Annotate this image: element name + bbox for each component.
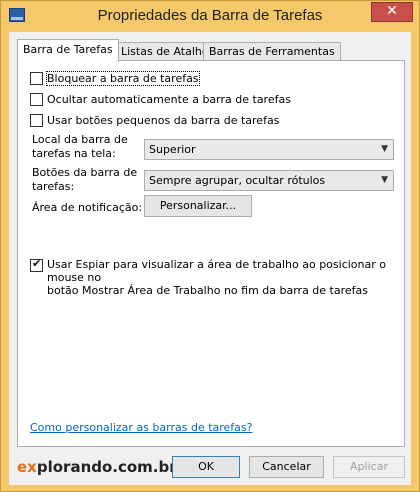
notification-area-label: Área de notificação:	[32, 201, 143, 214]
help-link[interactable]: Como personalizar as barras de tarefas?	[30, 421, 253, 434]
lock-taskbar-option[interactable]: Bloquear a barra de tarefas	[30, 70, 200, 86]
location-select[interactable]: Superior ▼	[144, 139, 394, 160]
tab-barra-de-tarefas[interactable]: Barra de Tarefas	[17, 39, 119, 62]
cancel-button[interactable]: Cancelar	[249, 456, 324, 478]
brand-rest: plorando.com.br	[36, 458, 177, 476]
lock-taskbar-label: Bloquear a barra de tarefas	[46, 70, 200, 86]
explorando-watermark: explorando.com.br	[17, 458, 177, 476]
ok-button[interactable]: OK	[172, 456, 240, 478]
buttons-group-select[interactable]: Sempre agrupar, ocultar rótulos ▼	[144, 170, 394, 191]
buttons-group-label-line1: Botões da barra de	[32, 166, 138, 179]
taskbar-properties-window: Propriedades da Barra de Tarefas ✕ Barra…	[0, 0, 420, 492]
small-buttons-option[interactable]: Usar botões pequenos da barra de tarefas	[30, 112, 279, 128]
location-label-line1: Local da barra de	[32, 133, 128, 146]
lock-taskbar-checkbox[interactable]	[30, 71, 43, 85]
small-buttons-label: Usar botões pequenos da barra de tarefas	[47, 113, 280, 127]
location-select-value: Superior	[149, 143, 196, 156]
chevron-down-icon: ▼	[381, 175, 388, 185]
auto-hide-label: Ocultar automaticamente a barra de taref…	[47, 92, 291, 106]
buttons-group-select-value: Sempre agrupar, ocultar rótulos	[149, 174, 326, 187]
customize-notification-button[interactable]: Personalizar...	[144, 195, 252, 217]
brand-accent: ex	[17, 458, 37, 476]
tab-barras-de-ferramentas[interactable]: Barras de Ferramentas	[203, 42, 341, 61]
peek-label-line1: Usar Espiar para visualizar a área de tr…	[47, 258, 386, 284]
apply-button[interactable]: Aplicar	[333, 456, 405, 478]
location-label-line2: tarefas na tela:	[32, 147, 116, 160]
peek-option[interactable]: Usar Espiar para visualizar a área de tr…	[30, 257, 398, 297]
title-bar[interactable]: Propriedades da Barra de Tarefas ✕	[1, 1, 419, 31]
buttons-group-label: Botões da barra de tarefas:	[32, 166, 137, 194]
peek-label: Usar Espiar para visualizar a área de tr…	[47, 258, 398, 297]
peek-checkbox[interactable]	[30, 257, 43, 272]
location-label: Local da barra de tarefas na tela:	[32, 133, 128, 161]
peek-label-line2: botão Mostrar Área de Trabalho no fim da…	[47, 284, 369, 297]
chevron-down-icon: ▼	[381, 144, 388, 154]
tab-panel-barra-de-tarefas: Bloquear a barra de tarefas Ocultar auto…	[17, 60, 405, 447]
close-button[interactable]: ✕	[371, 2, 413, 22]
small-buttons-checkbox[interactable]	[30, 113, 43, 127]
window-title: Propriedades da Barra de Tarefas	[97, 7, 323, 24]
auto-hide-option[interactable]: Ocultar automaticamente a barra de taref…	[30, 91, 291, 107]
auto-hide-checkbox[interactable]	[30, 92, 43, 106]
dialog-client-area: Barra de Tarefas Listas de Atalhos Barra…	[9, 32, 411, 485]
buttons-group-label-line2: tarefas:	[32, 180, 75, 193]
